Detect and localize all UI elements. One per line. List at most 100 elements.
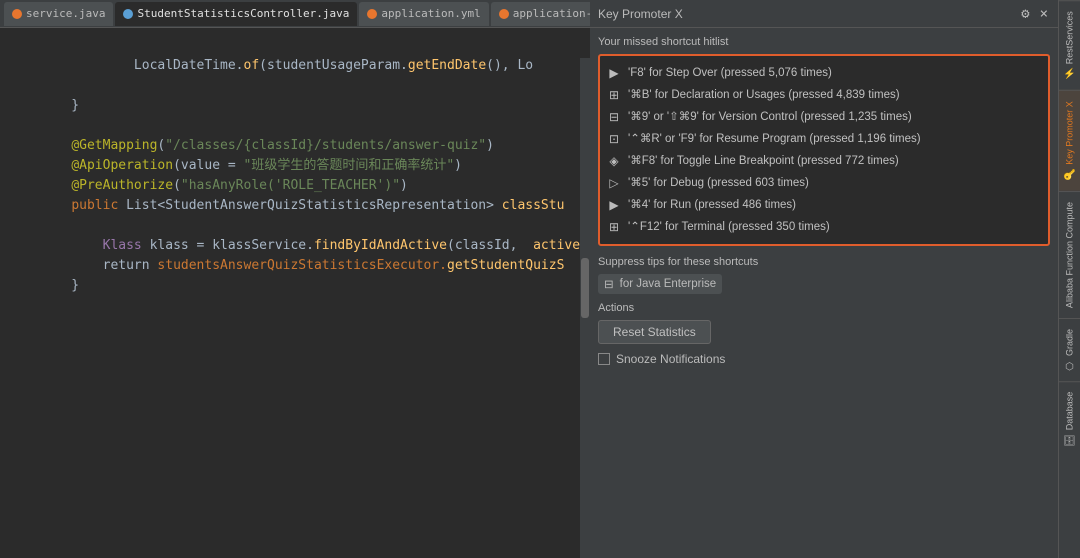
code-line: return studentsAnswerQuizStatisticsExecu… bbox=[0, 256, 590, 276]
side-label-database[interactable]: 🗄 Database bbox=[1059, 381, 1080, 457]
code-line: Klass klass = klassService.findByIdAndAc… bbox=[0, 236, 590, 256]
database-icon: 🗄 bbox=[1064, 435, 1075, 448]
snooze-checkbox[interactable] bbox=[598, 353, 610, 365]
line-content: @ApiOperation(value = "班级学生的答题时间和正确率统计") bbox=[40, 156, 590, 176]
shortcut-item-2: ⊞ '⌘B' for Declaration or Usages (presse… bbox=[606, 84, 1042, 106]
tab-icon-application bbox=[367, 9, 377, 19]
key-promoter-header: Key Promoter X ⚙ × bbox=[590, 0, 1058, 28]
key-promoter-title: Key Promoter X bbox=[598, 7, 683, 21]
tab-label-application: application.yml bbox=[381, 7, 480, 20]
line-number bbox=[0, 276, 40, 296]
code-line: LocalDateTime.of(studentUsageParam.getEn… bbox=[0, 56, 590, 76]
editor-section: service.java StudentStatisticsController… bbox=[0, 0, 590, 558]
code-line: public List<StudentAnswerQuizStatisticsR… bbox=[0, 196, 590, 216]
line-content bbox=[40, 296, 590, 316]
line-content: } bbox=[40, 276, 590, 296]
shortcut-text-2: '⌘B' for Declaration or Usages (pressed … bbox=[628, 86, 900, 104]
suppress-title: Suppress tips for these shortcuts bbox=[598, 256, 1050, 268]
line-number bbox=[0, 196, 40, 216]
line-number bbox=[0, 176, 40, 196]
shortcut-item-6: ▷ '⌘5' for Debug (pressed 603 times) bbox=[606, 172, 1042, 194]
line-content: } bbox=[40, 96, 590, 116]
line-content: public List<StudentAnswerQuizStatisticsR… bbox=[40, 196, 590, 216]
shortcut-text-6: '⌘5' for Debug (pressed 603 times) bbox=[628, 174, 809, 192]
shortcut-text-5: '⌘F8' for Toggle Line Breakpoint (presse… bbox=[628, 152, 899, 170]
settings-icon[interactable]: ⚙ bbox=[1019, 4, 1031, 24]
line-content: @GetMapping("/classes/{classId}/students… bbox=[40, 136, 590, 156]
shortcut-icon-6: ▷ bbox=[606, 174, 622, 192]
code-lines: LocalDateTime.of(studentUsageParam.getEn… bbox=[0, 36, 590, 316]
close-icon[interactable]: × bbox=[1038, 4, 1050, 24]
actions-title: Actions bbox=[598, 302, 1050, 314]
key-promoter-panel: Key Promoter X ⚙ × Your missed shortcut … bbox=[590, 0, 1058, 558]
shortcut-icon-1: ▶ bbox=[606, 64, 622, 82]
code-editor[interactable]: LocalDateTime.of(studentUsageParam.getEn… bbox=[0, 28, 590, 558]
code-line bbox=[0, 116, 590, 136]
shortcut-item-5: ◈ '⌘F8' for Toggle Line Breakpoint (pres… bbox=[606, 150, 1042, 172]
tab-bar: service.java StudentStatisticsController… bbox=[0, 0, 590, 28]
side-label-rest-services-text: RestServices bbox=[1065, 11, 1075, 64]
tab-icon-controller bbox=[123, 9, 133, 19]
side-label-key-promoter-text: Key Promoter X bbox=[1065, 101, 1075, 165]
line-content bbox=[40, 116, 590, 136]
actions-section: Actions Reset Statistics Snooze Notifica… bbox=[598, 302, 1050, 366]
shortcut-text-3: '⌘9' or '⇧⌘9' for Version Control (press… bbox=[628, 108, 912, 126]
shortcut-text-1: 'F8' for Step Over (pressed 5,076 times) bbox=[628, 64, 832, 82]
suppress-item-label: for Java Enterprise bbox=[620, 278, 717, 290]
line-content: @PreAuthorize("hasAnyRole('ROLE_TEACHER'… bbox=[40, 176, 590, 196]
side-label-gradle-text: Gradle bbox=[1065, 329, 1075, 356]
line-number bbox=[0, 96, 40, 116]
tab-label-application-qa: application-qa.yml bbox=[513, 7, 590, 20]
line-number bbox=[0, 136, 40, 156]
line-number bbox=[0, 36, 40, 56]
tab-service[interactable]: service.java bbox=[4, 2, 113, 26]
tab-label-service: service.java bbox=[26, 7, 105, 20]
gradle-icon: ⬡ bbox=[1064, 360, 1075, 371]
tab-icon-application-qa bbox=[499, 9, 509, 19]
reset-statistics-button[interactable]: Reset Statistics bbox=[598, 320, 711, 344]
line-number bbox=[0, 296, 40, 316]
suppress-item[interactable]: ⊟ for Java Enterprise bbox=[598, 274, 722, 294]
side-label-rest-services[interactable]: ⚡ RestServices bbox=[1059, 0, 1080, 90]
line-number bbox=[0, 256, 40, 276]
snooze-label: Snooze Notifications bbox=[616, 352, 725, 366]
line-number bbox=[0, 56, 40, 76]
line-number bbox=[0, 76, 40, 96]
tab-application[interactable]: application.yml bbox=[359, 2, 488, 26]
tab-label-controller: StudentStatisticsController.java bbox=[137, 7, 349, 20]
suppress-item-icon: ⊟ bbox=[604, 277, 614, 291]
right-section: Key Promoter X ⚙ × Your missed shortcut … bbox=[590, 0, 1080, 558]
shortcut-icon-5: ◈ bbox=[606, 152, 622, 170]
main-layout: service.java StudentStatisticsController… bbox=[0, 0, 1080, 558]
code-line: @ApiOperation(value = "班级学生的答题时间和正确率统计") bbox=[0, 156, 590, 176]
line-content: LocalDateTime.of(studentUsageParam.getEn… bbox=[40, 56, 590, 76]
side-label-key-promoter[interactable]: 🔑 Key Promoter X bbox=[1059, 90, 1080, 191]
code-line: @GetMapping("/classes/{classId}/students… bbox=[0, 136, 590, 156]
shortcut-icon-7: ▶ bbox=[606, 196, 622, 214]
missed-shortcuts-title: Your missed shortcut hitlist bbox=[598, 36, 1050, 48]
snooze-row: Snooze Notifications bbox=[598, 352, 1050, 366]
vertical-scrollbar[interactable] bbox=[580, 58, 590, 558]
shortcut-text-7: '⌘4' for Run (pressed 486 times) bbox=[628, 196, 796, 214]
key-promoter-side-icon: 🔑 bbox=[1064, 169, 1075, 181]
tab-icon-service bbox=[12, 9, 22, 19]
shortcut-icon-2: ⊞ bbox=[606, 86, 622, 104]
code-line bbox=[0, 296, 590, 316]
line-number bbox=[0, 116, 40, 136]
shortcut-text-8: '⌃F12' for Terminal (pressed 350 times) bbox=[628, 218, 830, 236]
side-label-gradle[interactable]: ⬡ Gradle bbox=[1059, 318, 1080, 381]
scrollbar-thumb[interactable] bbox=[581, 258, 589, 318]
shortcut-item-4: ⊡ '⌃⌘R' or 'F9' for Resume Program (pres… bbox=[606, 128, 1042, 150]
vertical-side-labels: ⚡ RestServices 🔑 Key Promoter X Alibaba … bbox=[1058, 0, 1080, 558]
line-content bbox=[40, 216, 590, 236]
tab-controller[interactable]: StudentStatisticsController.java bbox=[115, 2, 357, 26]
tab-application-qa[interactable]: application-qa.yml bbox=[491, 2, 590, 26]
side-label-alibaba[interactable]: Alibaba Function Compute bbox=[1059, 191, 1080, 318]
shortcut-text-4: '⌃⌘R' or 'F9' for Resume Program (presse… bbox=[628, 130, 921, 148]
shortcut-item-7: ▶ '⌘4' for Run (pressed 486 times) bbox=[606, 194, 1042, 216]
code-line bbox=[0, 36, 590, 56]
key-promoter-content: Your missed shortcut hitlist ▶ 'F8' for … bbox=[590, 28, 1058, 558]
rest-services-icon: ⚡ bbox=[1064, 68, 1075, 80]
shortcut-icon-8: ⊞ bbox=[606, 218, 622, 236]
side-label-alibaba-text: Alibaba Function Compute bbox=[1065, 202, 1075, 308]
